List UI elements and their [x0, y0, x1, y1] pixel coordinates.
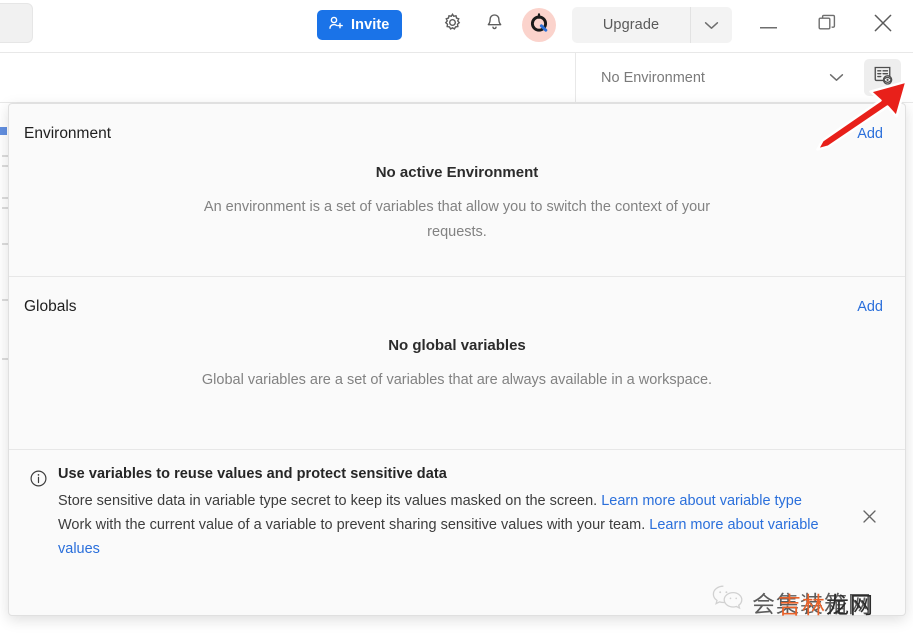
person-add-icon [328, 15, 344, 35]
close-icon [862, 509, 877, 529]
environment-bar: No Environment [0, 53, 913, 103]
environment-section: Environment Add No active Environment An… [9, 104, 905, 276]
upgrade-button[interactable]: Upgrade [572, 7, 732, 43]
settings-button[interactable] [437, 10, 467, 40]
environment-empty-description: An environment is a set of variables tha… [203, 199, 711, 240]
minimize-button[interactable] [746, 7, 790, 43]
chevron-down-icon [829, 69, 844, 87]
app-window: Invite Upgrade No Environment Environmen… [0, 0, 913, 638]
top-bar: Invite Upgrade [0, 0, 913, 52]
invite-label: Invite [351, 17, 390, 33]
tip-line-1: Store sensitive data in variable type se… [58, 489, 845, 513]
globals-section-title: Globals [24, 298, 77, 315]
gear-icon [442, 12, 463, 38]
window-maximize-icon [818, 14, 836, 37]
tip-close-button[interactable] [858, 508, 880, 530]
environment-quick-look-icon [872, 65, 893, 91]
tab-stub[interactable] [0, 3, 33, 43]
tip-body: Use variables to reuse values and protec… [31, 466, 845, 561]
window-minimize-icon [759, 16, 777, 34]
tip-line-2: Work with the current value of a variabl… [58, 513, 845, 561]
chevron-down-icon[interactable] [691, 7, 732, 43]
environment-select[interactable]: No Environment [575, 53, 860, 103]
window-close-icon [873, 13, 893, 38]
bell-icon [485, 13, 504, 38]
tip-line-1-text: Store sensitive data in variable type se… [58, 493, 602, 509]
globals-section-header: Globals Add [9, 277, 905, 337]
globals-empty-description: Global variables are a set of variables … [201, 372, 713, 388]
user-avatar [526, 9, 552, 41]
environment-section-title: Environment [24, 125, 112, 142]
environment-select-label: No Environment [601, 70, 705, 86]
tip-title: Use variables to reuse values and protec… [58, 466, 447, 482]
environment-quick-look-button[interactable] [864, 59, 901, 96]
environment-empty-state: No active Environment An environment is … [9, 164, 905, 245]
tip-banner: Use variables to reuse values and protec… [9, 450, 905, 580]
environment-quick-look-popover: Environment Add No active Environment An… [8, 103, 906, 616]
close-button[interactable] [861, 7, 905, 43]
globals-section: Globals Add No global variables Global v… [9, 277, 905, 449]
notifications-button[interactable] [479, 10, 509, 40]
tip-line-1-link[interactable]: Learn more about variable type [601, 493, 802, 509]
globals-empty-state: No global variables Global variables are… [9, 337, 905, 393]
upgrade-label: Upgrade [602, 17, 660, 33]
globals-add-link[interactable]: Add [857, 299, 883, 315]
info-circle-icon [30, 470, 47, 487]
maximize-button[interactable] [805, 7, 849, 43]
avatar[interactable] [522, 8, 556, 42]
tip-line-2-text: Work with the current value of a variabl… [58, 517, 650, 534]
invite-button[interactable]: Invite [317, 10, 403, 40]
environment-section-header: Environment Add [9, 104, 905, 164]
environment-empty-title: No active Environment [375, 164, 539, 181]
environment-add-link[interactable]: Add [857, 126, 883, 142]
globals-empty-title: No global variables [388, 337, 526, 354]
